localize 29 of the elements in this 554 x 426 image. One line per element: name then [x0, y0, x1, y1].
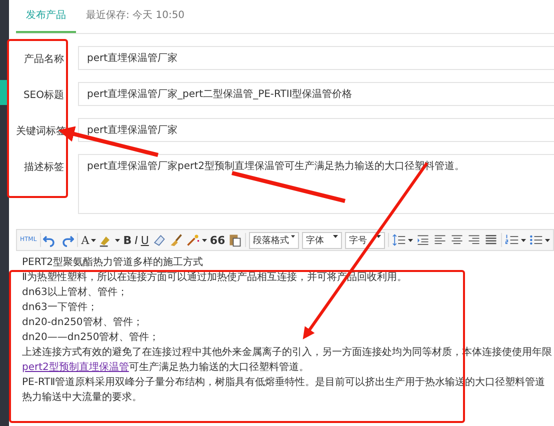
editor-paragraph: PERT2型聚氨酯热力管道多样的施工方式	[22, 256, 204, 270]
format-button[interactable]: U	[140, 232, 149, 248]
editor-paragraph: dn20——dn250管材、管件；	[22, 330, 160, 345]
format-button[interactable]: A	[81, 232, 96, 248]
dropdown-label: 字号	[349, 234, 368, 246]
dropdown[interactable]: 字体	[302, 232, 342, 248]
format-button[interactable]: I	[134, 232, 138, 248]
input-field[interactable]: pert直埋保温管厂家_pert二型保温管_PE-RTII型保温管价格	[78, 82, 554, 106]
editor-paragraph: pert2型预制直埋保温管可生产满足热力输送的大口径塑料管道。	[22, 360, 310, 375]
dropdown[interactable]: 字号	[345, 232, 386, 248]
field-label: SEO标题	[22, 88, 64, 103]
field-label: 描述标签	[23, 160, 64, 175]
format-glyph: B	[123, 234, 132, 246]
dropdown[interactable]: 段落格式	[248, 232, 299, 248]
input-field[interactable]: pert直埋保温管厂家	[78, 46, 554, 70]
editor-paragraph: 热力输送中大流量的要求。	[22, 390, 143, 405]
format-glyph: U	[140, 234, 149, 246]
editor-paragraph: dn20-dn250管材、管件；	[22, 316, 144, 330]
tab[interactable]: 最近保存: 今天 10:50	[76, 8, 195, 33]
field-label: 产品名称	[23, 52, 64, 67]
editor-paragraph: dn63一下管件；	[22, 301, 98, 315]
format-button[interactable]: B	[123, 232, 132, 248]
format-glyph: I	[134, 234, 138, 246]
input-field[interactable]: pert直埋保温管厂家	[78, 118, 554, 142]
editor-paragraph: dn63以上管材、管件；	[22, 286, 128, 300]
text-link[interactable]: pert2型预制直埋保温管	[22, 362, 129, 373]
dropdown-label: 段落格式	[252, 234, 289, 246]
dropdown-label: 字体	[306, 234, 324, 246]
format-glyph: A	[81, 234, 90, 246]
